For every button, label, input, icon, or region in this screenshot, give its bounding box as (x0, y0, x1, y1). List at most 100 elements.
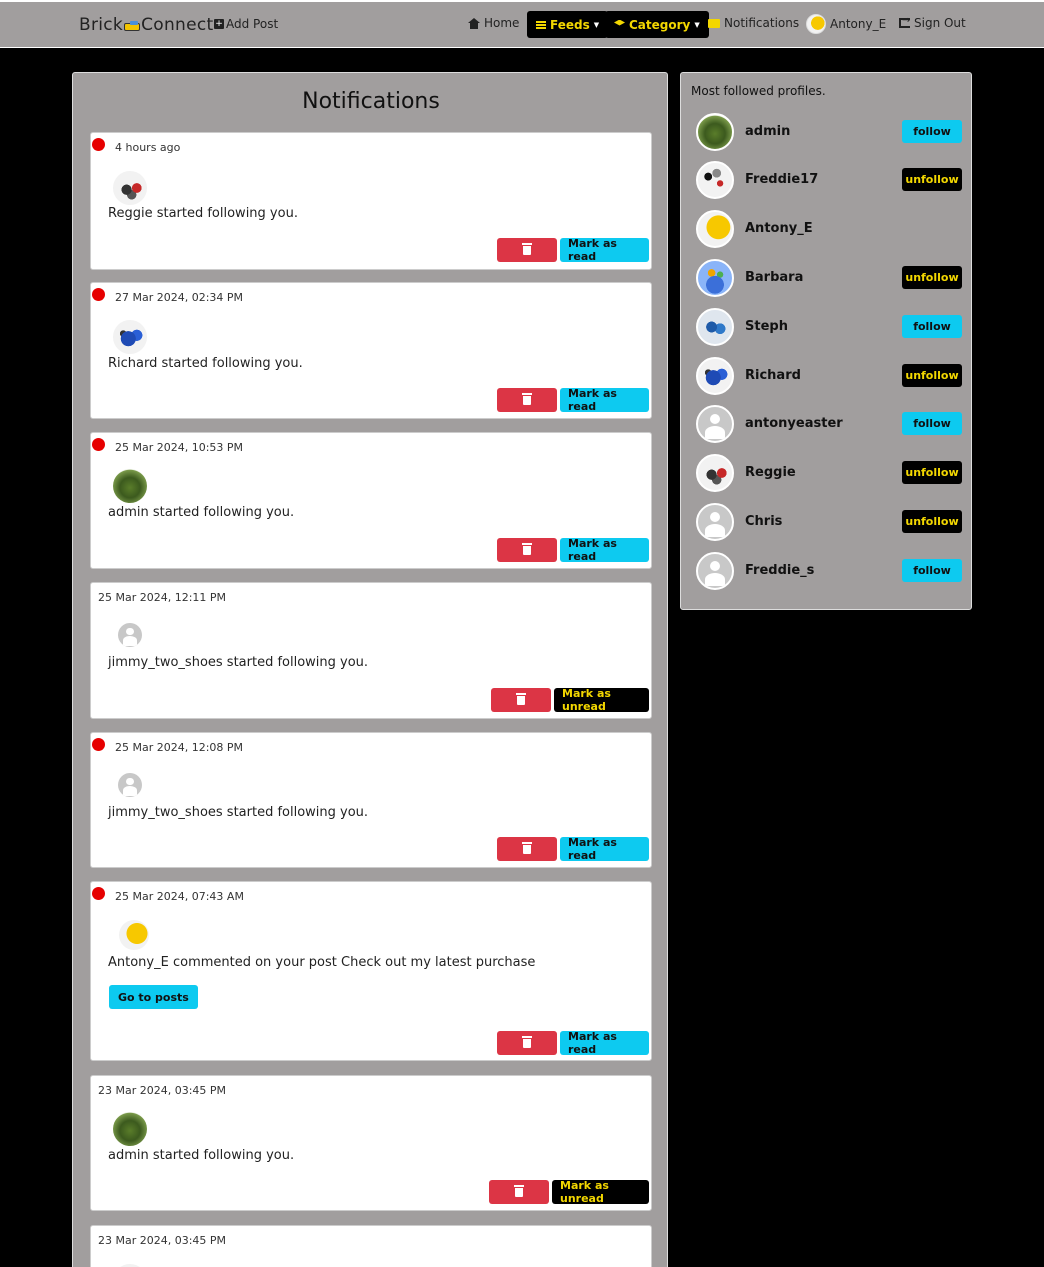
feeds-dropdown[interactable]: Feeds ▼ (527, 11, 609, 38)
profile-name[interactable]: Richard (745, 368, 801, 383)
profile-name[interactable]: Freddie_s (745, 563, 814, 578)
delete-button[interactable] (497, 538, 557, 562)
notification-card: 23 Mar 2024, 03:45 PM admin started foll… (90, 1075, 652, 1211)
profile-row: Antony_E (696, 210, 962, 248)
notification-card: 27 Mar 2024, 02:34 PM Richard started fo… (90, 282, 652, 419)
profile-name[interactable]: Barbara (745, 270, 803, 285)
avatar[interactable] (696, 552, 734, 590)
page-title: Notifications (302, 89, 440, 114)
category-label: Category (629, 17, 691, 32)
category-dropdown[interactable]: Category ▼ (605, 11, 709, 38)
notification-card: 25 Mar 2024, 12:08 PM jimmy_two_shoes st… (90, 732, 652, 868)
profile-row: Freddie_s follow (696, 552, 962, 590)
notification-message: Antony_E commented on your post Check ou… (108, 955, 536, 970)
mark-as-read-button[interactable]: Mark as read (560, 537, 649, 563)
avatar (113, 469, 147, 503)
avatar[interactable] (696, 454, 734, 492)
mark-as-read-button[interactable]: Mark as read (560, 237, 649, 263)
notification-message: admin started following you. (108, 505, 295, 520)
avatar[interactable] (696, 357, 734, 395)
profile-row: Freddie17 unfollow (696, 161, 962, 199)
feeds-label: Feeds (550, 17, 590, 32)
delete-button[interactable] (497, 388, 557, 412)
follow-button[interactable]: follow (902, 120, 962, 143)
avatar[interactable] (696, 259, 734, 297)
profile-row: Barbara unfollow (696, 259, 962, 297)
delete-button[interactable] (497, 837, 557, 861)
unread-dot-icon (92, 887, 105, 900)
profile-row: Reggie unfollow (696, 454, 962, 492)
profile-name[interactable]: antonyeaster (745, 416, 843, 431)
mark-as-unread-button[interactable]: Mark as unread (552, 1179, 649, 1205)
nav-notifications[interactable]: Notifications (708, 16, 799, 30)
notification-time: 25 Mar 2024, 12:11 PM (98, 591, 227, 604)
avatar (118, 773, 142, 797)
notification-time: 4 hours ago (115, 141, 181, 154)
brand-text-left: Brick (79, 15, 124, 35)
add-post-link[interactable]: + Add Post (214, 17, 278, 31)
trash-icon (514, 1184, 524, 1197)
avatar (118, 623, 142, 647)
home-icon (468, 17, 480, 29)
avatar[interactable] (696, 308, 734, 346)
brand-logo[interactable]: Brick Connect (79, 15, 213, 35)
mark-as-read-button[interactable]: Mark as read (560, 836, 649, 862)
notification-card: 4 hours ago Reggie started following you… (90, 132, 652, 270)
brick-logo-icon (124, 21, 141, 31)
trash-icon (522, 1035, 532, 1048)
notification-time: 25 Mar 2024, 10:53 PM (115, 441, 244, 454)
delete-button[interactable] (489, 1180, 549, 1204)
follow-button[interactable]: follow (902, 412, 962, 435)
unfollow-button[interactable]: unfollow (902, 168, 962, 191)
profile-name[interactable]: Freddie17 (745, 172, 818, 187)
caret-down-icon: ▼ (593, 20, 600, 29)
profile-row: admin follow (696, 113, 962, 151)
delete-button[interactable] (491, 688, 551, 712)
mark-as-read-button[interactable]: Mark as read (560, 1030, 649, 1056)
mark-as-read-button[interactable]: Mark as read (560, 387, 649, 413)
nav-notifications-label: Notifications (724, 16, 800, 30)
unfollow-button[interactable]: unfollow (902, 461, 962, 484)
add-post-label: Add Post (226, 17, 279, 31)
avatar[interactable] (696, 161, 734, 199)
mark-as-unread-button[interactable]: Mark as unread (554, 687, 649, 713)
profile-row: antonyeaster follow (696, 405, 962, 443)
brand-text-right: Connect (141, 15, 214, 35)
notifications-panel: Notifications 4 hours ago Reggie started… (72, 72, 668, 1267)
unread-dot-icon (92, 438, 105, 451)
avatar[interactable] (696, 210, 734, 248)
unfollow-button[interactable]: unfollow (902, 266, 962, 289)
notification-message: admin started following you. (108, 1148, 295, 1163)
notification-card: 23 Mar 2024, 03:45 PM (90, 1225, 652, 1267)
profile-name[interactable]: Chris (745, 514, 782, 529)
follow-button[interactable]: follow (902, 559, 962, 582)
nav-home[interactable]: Home (468, 16, 519, 30)
notification-time: 25 Mar 2024, 07:43 AM (115, 890, 244, 903)
profile-row: Chris unfollow (696, 503, 962, 541)
unread-dot-icon (92, 288, 105, 301)
follow-button[interactable]: follow (902, 315, 962, 338)
unfollow-button[interactable]: unfollow (902, 510, 962, 533)
go-to-posts-button[interactable]: Go to posts (109, 985, 198, 1009)
avatar[interactable] (696, 503, 734, 541)
profile-name[interactable]: Reggie (745, 465, 796, 480)
profile-name[interactable]: Antony_E (745, 221, 813, 236)
trash-icon (522, 841, 532, 854)
caret-down-icon: ▼ (694, 20, 700, 29)
unread-dot-icon (92, 138, 105, 151)
avatar[interactable] (696, 405, 734, 443)
delete-button[interactable] (497, 1031, 557, 1055)
notification-message: Reggie started following you. (108, 206, 298, 221)
delete-button[interactable] (497, 238, 557, 262)
unfollow-button[interactable]: unfollow (902, 364, 962, 387)
profile-name[interactable]: admin (745, 124, 790, 139)
profile-name[interactable]: Steph (745, 319, 788, 334)
notification-message: Richard started following you. (108, 356, 303, 371)
trash-icon (522, 392, 532, 405)
notification-time: 23 Mar 2024, 03:45 PM (98, 1234, 227, 1247)
nav-sign-out[interactable]: Sign Out (899, 15, 966, 30)
notification-card: 25 Mar 2024, 07:43 AM Antony_E commented… (90, 881, 652, 1061)
avatar[interactable] (696, 113, 734, 151)
nav-profile[interactable]: Antony_E (806, 14, 886, 34)
notification-message: jimmy_two_shoes started following you. (108, 655, 369, 670)
